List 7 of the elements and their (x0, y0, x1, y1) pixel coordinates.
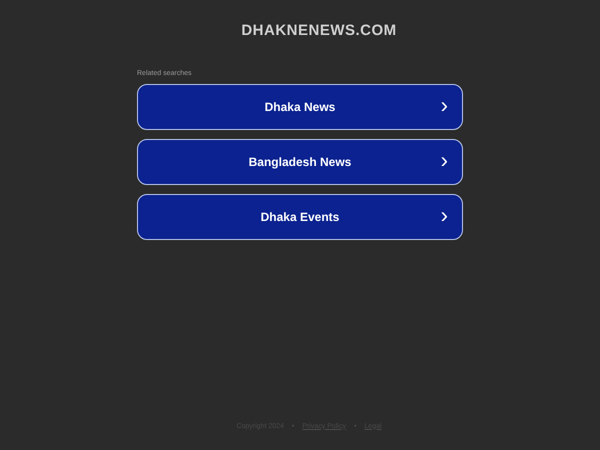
search-link[interactable]: Dhaka News › (137, 84, 463, 130)
site-title: DHAKNENEWS.COM (241, 21, 397, 41)
search-link[interactable]: Bangladesh News › (137, 139, 463, 185)
chevron-icon: › (440, 150, 448, 172)
chevron-icon: › (440, 204, 448, 227)
search-link[interactable]: Dhaka Events › (137, 194, 463, 240)
chevron-icon: › (440, 94, 448, 117)
